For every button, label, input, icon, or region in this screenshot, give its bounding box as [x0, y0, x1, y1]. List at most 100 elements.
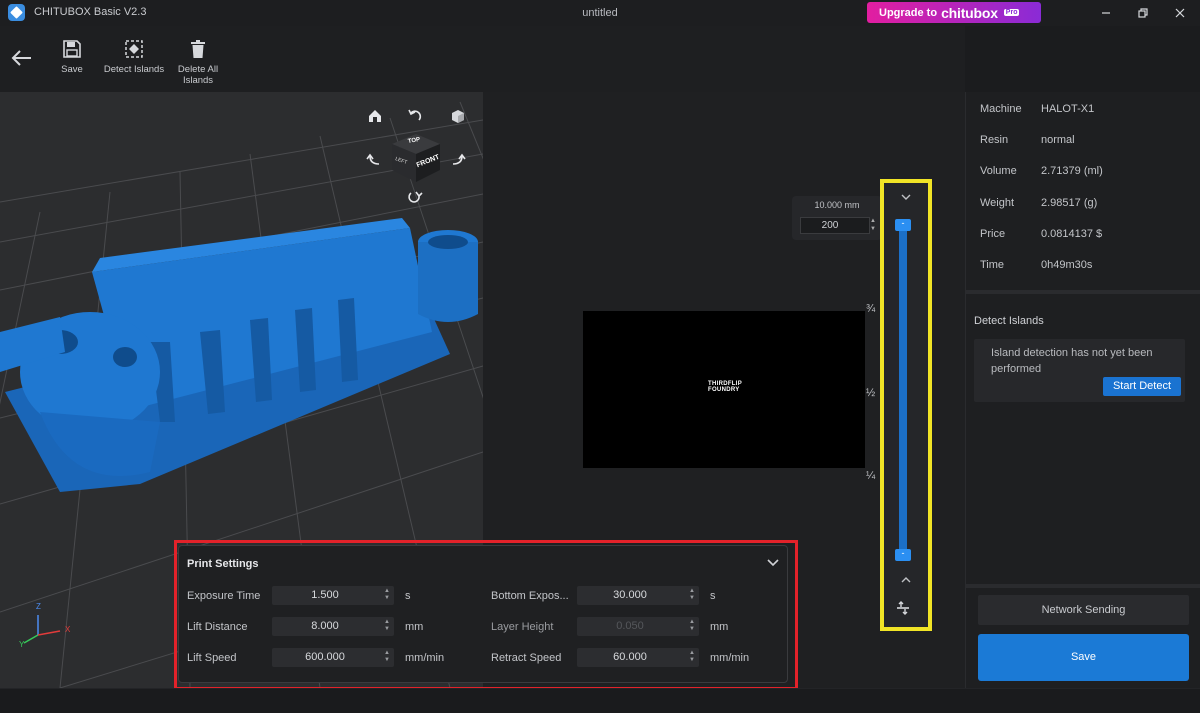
- rotate-down-button[interactable]: [407, 190, 423, 206]
- bottom-exposure-stepper[interactable]: ▲ ▼: [688, 588, 696, 603]
- lift-distance-unit: mm: [405, 621, 424, 633]
- network-sending-button[interactable]: Network Sending: [978, 595, 1189, 625]
- status-bar: [0, 688, 1200, 713]
- print-settings-panel: Print Settings Exposure Time 1.500 ▲ ▼ s …: [178, 545, 788, 683]
- bottom-exposure-field[interactable]: 30.000 ▲ ▼: [577, 586, 699, 605]
- axis-z-label: Z: [36, 602, 41, 611]
- volume-value: 2.71379 (ml): [1041, 165, 1103, 177]
- close-button[interactable]: [1166, 3, 1194, 23]
- lift-distance-label: Lift Distance: [187, 621, 248, 633]
- layer-slider-track[interactable]: [899, 226, 907, 556]
- layer-height-value: 0.050: [616, 620, 644, 632]
- lift-distance-stepper[interactable]: ▲ ▼: [383, 619, 391, 634]
- rotate-down-icon: [408, 191, 423, 203]
- upgrade-brand: chitubox: [941, 4, 998, 21]
- rotate-ccw-button[interactable]: [407, 108, 423, 124]
- price-value: 0.0814137 $: [1041, 228, 1103, 240]
- home-icon: [369, 110, 381, 122]
- layer-height-label: Layer Height: [491, 621, 554, 633]
- lift-speed-field[interactable]: 600.000 ▲ ▼: [272, 648, 394, 667]
- lift-distance-field[interactable]: 8.000 ▲ ▼: [272, 617, 394, 636]
- lift-speed-value: 600.000: [305, 651, 345, 663]
- resin-value: normal: [1041, 134, 1075, 146]
- chevron-down-icon: [767, 559, 779, 567]
- chevron-up-icon: [901, 577, 911, 583]
- view-cube[interactable]: TOP LEFT FRONT: [388, 130, 444, 184]
- rotate-left-icon: [366, 153, 380, 165]
- bottom-exposure-label: Bottom Expos...: [491, 590, 569, 602]
- layer-height-readout: 10.000 mm: [814, 200, 860, 210]
- slider-mark-three-quarters: ¾: [866, 303, 876, 315]
- volume-label: Volume: [980, 165, 1017, 177]
- rotate-left-button[interactable]: [366, 152, 382, 168]
- save-tool-label: Save: [61, 64, 83, 75]
- axis-y-label: Y: [19, 640, 25, 649]
- rotate-right-icon: [452, 153, 466, 165]
- exposure-time-field[interactable]: 1.500 ▲ ▼: [272, 586, 394, 605]
- weight-label: Weight: [980, 197, 1015, 209]
- time-label: Time: [980, 259, 1005, 271]
- layer-height-unit: mm: [710, 621, 729, 633]
- detect-islands-box: Island detection has not yet been perfor…: [974, 339, 1185, 402]
- bottom-exposure-unit: s: [710, 590, 716, 602]
- back-button[interactable]: [10, 46, 34, 70]
- cube-icon: [452, 110, 464, 123]
- layer-stack-button[interactable]: [895, 600, 911, 616]
- upgrade-prefix: Upgrade to: [879, 6, 938, 19]
- exposure-time-value: 1.500: [311, 589, 339, 601]
- home-view-button[interactable]: [367, 108, 383, 124]
- pro-badge: Pro: [1003, 9, 1020, 16]
- layer-height-field: 0.050 ▲ ▼: [577, 617, 699, 636]
- save-tool-button[interactable]: Save: [54, 38, 90, 75]
- detect-islands-tool-label: Detect Islands: [103, 64, 165, 75]
- rotate-right-button[interactable]: [450, 152, 466, 168]
- exposure-time-stepper[interactable]: ▲ ▼: [383, 588, 391, 603]
- retract-speed-field[interactable]: 60.000 ▲ ▼: [577, 648, 699, 667]
- axis-x-label: X: [65, 625, 71, 634]
- slider-up-button[interactable]: [882, 192, 930, 204]
- layer-number-input[interactable]: 200: [800, 217, 870, 234]
- layer-height-stepper: ▲ ▼: [689, 619, 695, 632]
- lift-distance-value: 8.000: [311, 620, 339, 632]
- slider-mark-half: ½: [866, 387, 876, 399]
- start-detect-button[interactable]: Start Detect: [1103, 377, 1181, 396]
- machine-value: HALOT-X1: [1041, 103, 1095, 115]
- trash-icon: [191, 40, 205, 58]
- app-title: CHITUBOX Basic V2.3: [34, 6, 147, 18]
- toolbar: Save Detect Islands Delete All Islands: [0, 26, 965, 92]
- minimize-button[interactable]: [1092, 3, 1120, 23]
- exposure-time-label: Exposure Time: [187, 590, 261, 602]
- floppy-disk-icon: [63, 40, 81, 58]
- chevron-down-icon: [901, 194, 911, 200]
- info-divider: [966, 290, 1200, 294]
- lift-speed-unit: mm/min: [405, 652, 445, 664]
- slider-down-button[interactable]: [882, 575, 930, 587]
- title-bar: CHITUBOX Basic V2.3 untitled Upgrade to …: [0, 0, 1200, 26]
- slice-preview-text: THIRDFLIP FOUNDRY: [708, 381, 742, 393]
- delete-all-islands-tool-button[interactable]: Delete All Islands: [172, 38, 224, 86]
- upgrade-button[interactable]: Upgrade to chitubox Pro: [867, 2, 1041, 23]
- detect-islands-title: Detect Islands: [974, 315, 1044, 327]
- print-settings-collapse-button[interactable]: [767, 556, 781, 570]
- slider-mark-quarter: ¼: [866, 470, 876, 482]
- retract-speed-value: 60.000: [613, 651, 647, 663]
- detect-islands-tool-button[interactable]: Detect Islands: [100, 38, 168, 75]
- arrow-left-icon: [11, 50, 31, 66]
- slider-top-handle[interactable]: -: [895, 219, 911, 231]
- restore-button[interactable]: [1129, 3, 1157, 23]
- layer-number-stepper[interactable]: ▲ ▼: [868, 217, 878, 234]
- detect-islands-icon: [125, 40, 143, 58]
- slider-bottom-handle[interactable]: -: [895, 549, 911, 561]
- actions-divider: [966, 584, 1200, 588]
- print-settings-title: Print Settings: [187, 558, 259, 570]
- perspective-button[interactable]: [450, 108, 466, 124]
- retract-speed-stepper[interactable]: ▲ ▼: [688, 650, 696, 665]
- lift-speed-stepper[interactable]: ▲ ▼: [383, 650, 391, 665]
- time-value: 0h49m30s: [1041, 259, 1093, 271]
- chitubox-logo-icon: [8, 4, 25, 21]
- layer-stack-icon: [897, 601, 909, 615]
- detect-islands-message: Island detection has not yet been perfor…: [991, 347, 1153, 375]
- delete-all-islands-label-line1: Delete All: [177, 64, 219, 75]
- save-button[interactable]: Save: [978, 634, 1189, 681]
- restore-icon: [1138, 8, 1148, 18]
